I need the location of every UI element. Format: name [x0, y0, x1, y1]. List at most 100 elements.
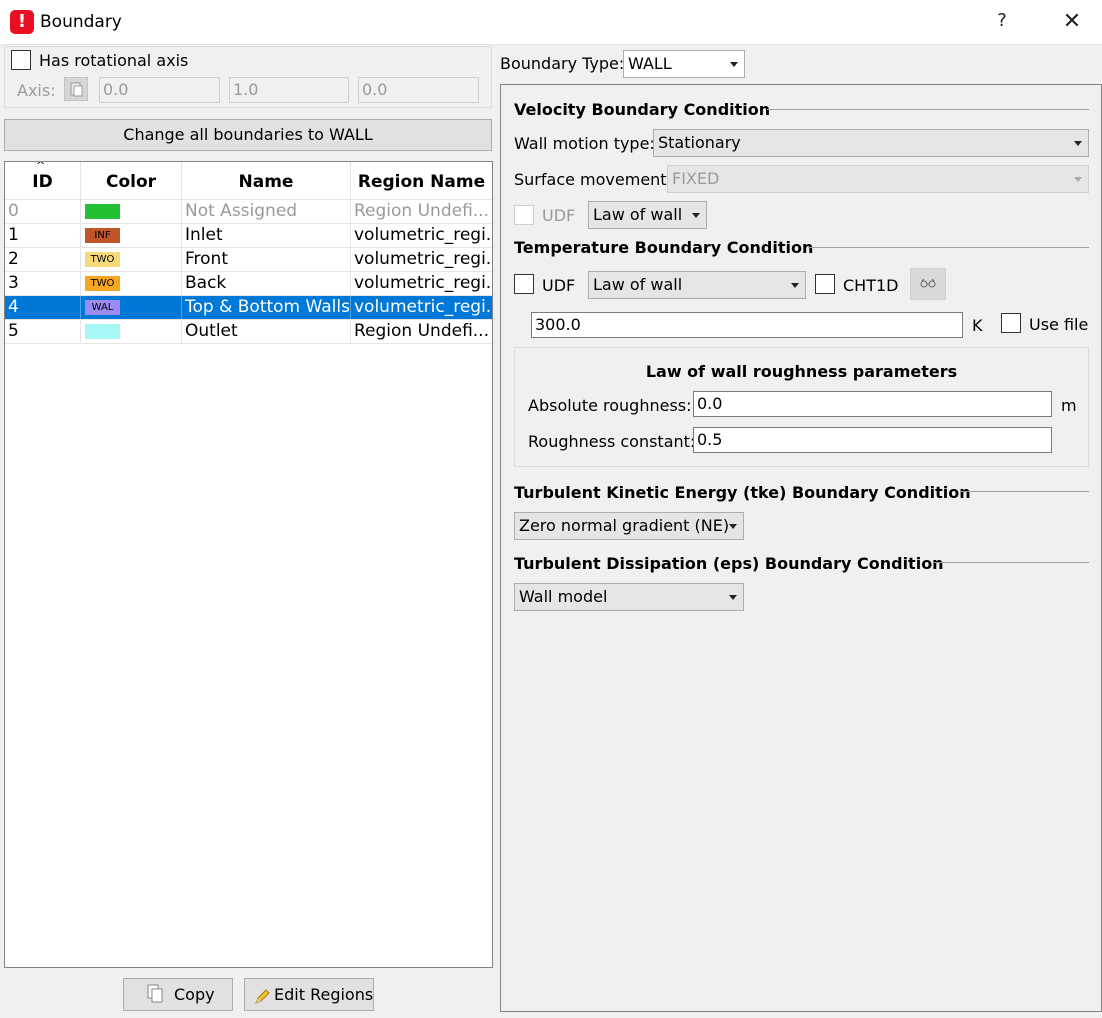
cell-color: TWO: [81, 248, 182, 271]
close-button[interactable]: ✕: [1056, 8, 1088, 38]
cell-region: volumetric_regi...: [354, 249, 492, 269]
cell-name: Top & Bottom Walls: [182, 296, 351, 319]
window-title: Boundary: [40, 12, 122, 32]
cell-id: 3: [5, 272, 81, 295]
cell-id: 0: [5, 200, 81, 223]
table-row[interactable]: 1 INF Inlet volumetric_regi...: [5, 224, 492, 248]
chevron-down-icon: [791, 283, 799, 288]
velocity-udf-checkbox[interactable]: [514, 205, 534, 225]
use-file-label: Use file: [1029, 315, 1089, 334]
temperature-law-select[interactable]: Law of wall: [588, 271, 806, 299]
paste-icon: [64, 77, 88, 101]
cell-region: Region Undefi...: [354, 321, 489, 341]
tke-select[interactable]: Zero normal gradient (NE): [514, 512, 744, 540]
boundary-table: ID ^ Color Name Region Name 0 Not Assigne…: [4, 161, 493, 968]
cell-id: 5: [5, 320, 81, 343]
surface-movement-select[interactable]: FIXED: [667, 165, 1089, 193]
table-row[interactable]: 2 TWO Front volumetric_regi...: [5, 248, 492, 272]
axis-z-input[interactable]: 0.0: [358, 77, 479, 103]
temperature-udf-label: UDF: [542, 276, 576, 295]
copy-label: Copy: [174, 985, 215, 1004]
color-swatch: INF: [85, 228, 120, 243]
copy-icon: [146, 984, 166, 1016]
color-swatch: WAL: [85, 300, 120, 315]
tke-section-title: Turbulent Kinetic Energy (tke) Boundary …: [514, 483, 971, 502]
cell-color: WAL: [81, 296, 182, 319]
velocity-section-title: Velocity Boundary Condition: [514, 100, 771, 119]
divider: [934, 562, 1089, 563]
cell-region: volumetric_regi...: [354, 273, 492, 293]
cell-id: 4: [5, 296, 81, 319]
color-swatch: [85, 204, 120, 219]
pencil-icon: [253, 985, 271, 1016]
color-swatch: TWO: [85, 252, 120, 267]
chevron-down-icon: [1074, 141, 1082, 146]
absolute-roughness-label: Absolute roughness:: [528, 396, 692, 415]
cell-name: Outlet: [182, 320, 351, 343]
axis-y-input[interactable]: 1.0: [229, 77, 349, 103]
table-row[interactable]: 5 Outlet Region Undefi...: [5, 320, 492, 344]
temperature-udf-checkbox[interactable]: [514, 274, 534, 294]
change-all-boundaries-button[interactable]: Change all boundaries to WALL: [4, 119, 492, 151]
edit-regions-button[interactable]: Edit Regions: [244, 978, 374, 1011]
glasses-icon-button[interactable]: [910, 268, 946, 300]
axis-x-input[interactable]: 0.0: [99, 77, 220, 103]
table-row[interactable]: 0 Not Assigned Region Undefi...: [5, 200, 492, 224]
column-header-region[interactable]: Region Name: [351, 162, 492, 200]
divider: [808, 247, 1089, 248]
divider: [960, 491, 1089, 492]
cell-name: Not Assigned: [182, 200, 351, 223]
chevron-down-icon: [730, 62, 738, 67]
cell-region: volumetric_regi...: [354, 225, 492, 245]
cell-id: 1: [5, 224, 81, 247]
sort-ascending-icon: ^: [36, 161, 46, 172]
cell-color: [81, 200, 182, 223]
cell-color: [81, 320, 182, 343]
absolute-roughness-input[interactable]: 0.0: [693, 391, 1052, 417]
chevron-down-icon: [1074, 177, 1082, 182]
velocity-law-select[interactable]: Law of wall: [588, 201, 707, 229]
roughness-constant-input[interactable]: 0.5: [693, 427, 1052, 453]
cell-name: Inlet: [182, 224, 351, 247]
temperature-unit-label: K: [972, 316, 983, 335]
chevron-down-icon: [692, 213, 700, 218]
wall-motion-label: Wall motion type:: [514, 134, 655, 153]
copy-button[interactable]: Copy: [123, 978, 233, 1011]
roughness-constant-label: Roughness constant:: [528, 432, 696, 451]
cell-region: volumetric_regi...: [354, 297, 492, 317]
use-file-checkbox[interactable]: [1001, 313, 1021, 333]
boundary-type-label: Boundary Type:: [500, 54, 625, 73]
color-swatch: TWO: [85, 276, 120, 291]
column-header-name[interactable]: Name: [182, 162, 351, 200]
edit-regions-label: Edit Regions: [274, 985, 374, 1004]
color-swatch: [85, 324, 120, 339]
absolute-roughness-unit: m: [1061, 396, 1077, 415]
cell-region: Region Undefi...: [354, 201, 489, 221]
column-header-id[interactable]: ID ^: [5, 162, 81, 200]
cell-name: Front: [182, 248, 351, 271]
has-rotational-axis-checkbox[interactable]: [11, 50, 31, 70]
warning-app-icon: !: [10, 10, 34, 34]
divider: [767, 109, 1089, 110]
roughness-title: Law of wall roughness parameters: [645, 362, 958, 381]
wall-motion-select[interactable]: Stationary: [653, 129, 1089, 157]
velocity-udf-label: UDF: [542, 206, 576, 225]
cell-name: Back: [182, 272, 351, 295]
title-bar: ! Boundary ? ✕: [0, 0, 1102, 45]
help-button[interactable]: ?: [990, 10, 1014, 36]
cell-color: TWO: [81, 272, 182, 295]
eps-select[interactable]: Wall model: [514, 583, 744, 611]
boundary-type-select[interactable]: WALL: [623, 50, 745, 78]
cht1d-checkbox[interactable]: [815, 274, 835, 294]
eps-section-title: Turbulent Dissipation (eps) Boundary Con…: [514, 554, 944, 573]
cell-color: INF: [81, 224, 182, 247]
has-rotational-axis-label: Has rotational axis: [39, 51, 189, 70]
table-row[interactable]: 4 WAL Top & Bottom Walls volumetric_regi...: [5, 296, 492, 320]
temperature-value-input[interactable]: 300.0: [531, 312, 963, 338]
chevron-down-icon: [729, 524, 737, 529]
axis-label: Axis:: [17, 81, 56, 100]
column-header-color[interactable]: Color: [81, 162, 182, 200]
cell-id: 2: [5, 248, 81, 271]
temperature-section-title: Temperature Boundary Condition: [514, 238, 814, 257]
table-row[interactable]: 3 TWO Back volumetric_regi...: [5, 272, 492, 296]
